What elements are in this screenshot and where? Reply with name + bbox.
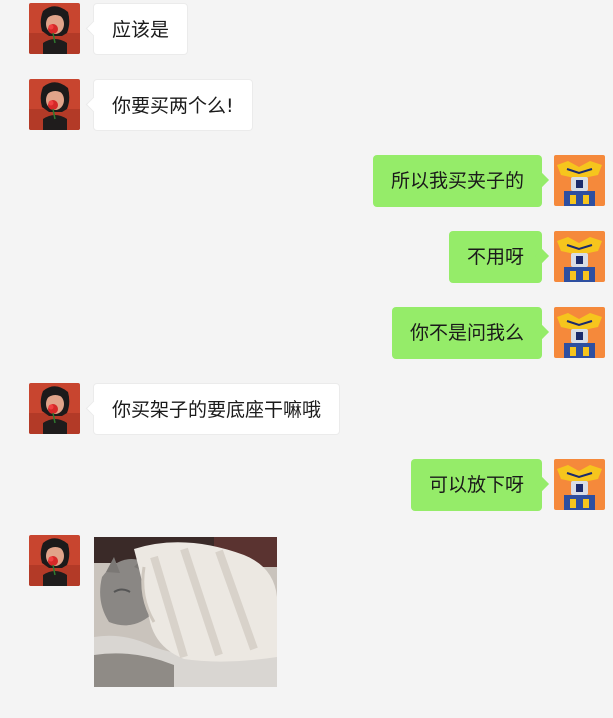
message-text: 不用呀 (466, 246, 524, 268)
message-bubble[interactable]: 应该是 (93, 3, 189, 55)
message-text: 所以我买夹子的 (390, 170, 524, 192)
message-text: 你买架子的要底座干嘛哦 (112, 399, 322, 421)
message-text: 应该是 (112, 19, 170, 41)
self-avatar[interactable] (554, 459, 605, 510)
message-bubble[interactable]: 可以放下呀 (410, 459, 542, 511)
message-bubble[interactable]: 你要买两个么! (93, 79, 253, 131)
self-avatar[interactable] (554, 231, 605, 282)
self-avatar[interactable] (554, 307, 605, 358)
message-text: 你不是问我么 (409, 322, 524, 344)
message-bubble[interactable]: 所以我买夹子的 (372, 155, 542, 207)
self-avatar[interactable] (554, 155, 605, 206)
other-user-avatar[interactable] (29, 79, 80, 130)
cat-sticker-image[interactable] (94, 537, 277, 687)
other-user-avatar[interactable] (29, 535, 80, 586)
other-user-avatar[interactable] (29, 3, 80, 54)
other-user-avatar[interactable] (29, 383, 80, 434)
message-bubble[interactable]: 不用呀 (448, 231, 542, 283)
message-bubble[interactable]: 你不是问我么 (391, 307, 542, 359)
message-text: 你要买两个么! (112, 95, 234, 117)
message-bubble[interactable]: 你买架子的要底座干嘛哦 (93, 383, 341, 435)
message-text: 可以放下呀 (428, 474, 524, 496)
